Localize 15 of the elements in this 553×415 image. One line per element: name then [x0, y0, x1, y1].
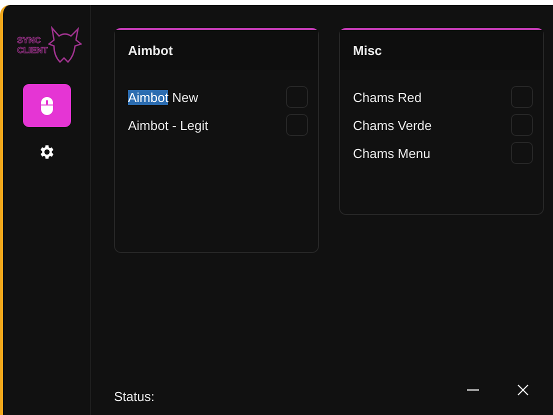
settings-icon: [38, 143, 56, 161]
panel-title: Aimbot: [128, 42, 173, 58]
minimize-icon[interactable]: [467, 389, 479, 391]
option-label: Aimbot - Legit: [128, 118, 208, 132]
logo-text: SYNC: [17, 35, 42, 45]
panel-title: Misc: [353, 42, 382, 58]
option-label: Chams Menu: [353, 146, 430, 160]
mouse-nav-button[interactable]: [22, 84, 70, 127]
close-icon[interactable]: [517, 384, 529, 396]
option-label: Chams Verde: [353, 118, 432, 132]
status-label: Status:: [114, 388, 154, 404]
logo-text: CLIENT: [17, 45, 48, 55]
option-label: Chams Red: [353, 90, 422, 104]
mouse-icon: [40, 96, 54, 116]
ghost-icon: [48, 26, 82, 64]
